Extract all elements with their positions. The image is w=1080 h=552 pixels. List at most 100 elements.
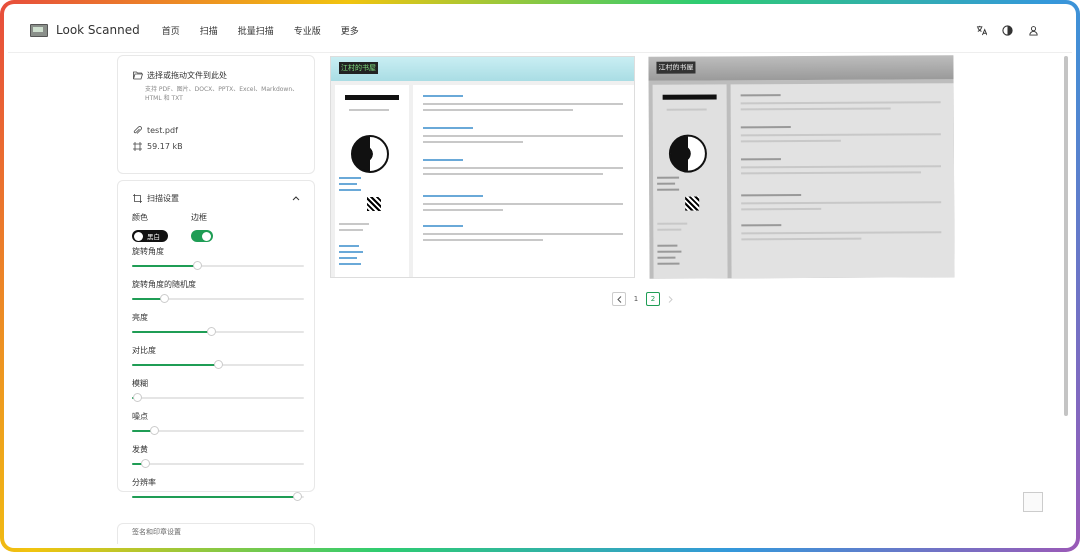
slider-track[interactable] <box>132 360 304 369</box>
preview-link-line <box>657 188 680 191</box>
logo[interactable]: Look Scanned <box>30 23 162 37</box>
preview-link-line <box>423 127 473 129</box>
preview-text-line <box>423 209 503 211</box>
preview-text-line <box>423 203 623 205</box>
upload-title: 选择或拖动文件到此处 <box>147 71 227 80</box>
nav-actions <box>964 8 1042 52</box>
nav-item-pro[interactable]: 专业版 <box>294 24 321 37</box>
upload-subtitle: 支持 PDF、图片、DOCX、PPTX、Excel、Markdown、HTML … <box>145 86 299 102</box>
slider-fill <box>132 265 198 267</box>
slider-thumb[interactable] <box>213 360 223 369</box>
signature-settings-card[interactable]: 签名和印章设置 <box>117 523 315 544</box>
slider-label: 发黄 <box>132 445 148 454</box>
preview-text-line <box>741 237 862 241</box>
slider-track[interactable] <box>132 426 304 435</box>
theme-contrast-icon[interactable] <box>998 21 1016 39</box>
preview-link-line <box>339 183 357 185</box>
app-window: Look Scanned 首页 扫描 批量扫描 专业版 更多 选择或拖动文件到此… <box>8 8 1072 544</box>
preview-text-line <box>740 165 942 169</box>
file-name: test.pdf <box>147 126 178 135</box>
slider-fill <box>132 364 218 366</box>
preview-text-line <box>741 171 922 175</box>
scan-settings-title: 扫描设置 <box>147 194 179 203</box>
nav-item-home[interactable]: 首页 <box>162 24 180 37</box>
nav-item-more[interactable]: 更多 <box>341 24 359 37</box>
preview-link-line <box>657 182 676 185</box>
broken-image-icon <box>1023 492 1043 512</box>
preview-link-line <box>657 176 680 179</box>
app-name: Look Scanned <box>56 23 140 37</box>
slider-label: 分辨率 <box>132 478 156 487</box>
scan-settings-header[interactable]: 扫描设置 <box>132 193 300 204</box>
slider-block: 旋转角度的随机度 <box>132 279 314 312</box>
preview-link-line <box>423 159 463 161</box>
slider-track[interactable] <box>132 261 304 270</box>
slider-label: 模糊 <box>132 379 148 388</box>
switch-knob <box>202 231 211 241</box>
next-page-button[interactable] <box>664 293 676 305</box>
translate-icon[interactable] <box>972 21 990 39</box>
preview-sidebar <box>335 85 409 277</box>
preview-text-line <box>423 109 573 111</box>
user-icon[interactable] <box>1024 21 1042 39</box>
preview-main <box>730 83 955 279</box>
pagination: 1 2 <box>612 292 680 306</box>
preview-link-line <box>657 262 680 265</box>
preview-text-line <box>423 135 623 137</box>
preview-link-line <box>740 158 781 161</box>
slider-thumb[interactable] <box>141 459 151 468</box>
color-label: 颜色 <box>132 213 148 222</box>
slider-track[interactable] <box>132 459 304 468</box>
slider-thumb[interactable] <box>206 327 216 336</box>
page-button-2[interactable]: 2 <box>646 292 660 306</box>
slider-block: 噪点 <box>132 411 314 444</box>
preview-link-line <box>741 224 782 227</box>
slider-track[interactable] <box>132 294 304 303</box>
slider-label: 旋转角度的随机度 <box>132 280 196 289</box>
preview-text-line <box>741 231 942 235</box>
prev-page-button[interactable] <box>612 292 626 306</box>
slider-track[interactable] <box>132 492 304 501</box>
slider-label: 亮度 <box>132 313 148 322</box>
yin-yang-image <box>668 134 708 173</box>
preview-link-line <box>339 263 361 265</box>
slider-thumb[interactable] <box>132 393 142 402</box>
slider-track[interactable] <box>132 327 304 336</box>
slider-block: 旋转角度 <box>132 246 314 279</box>
preview-link-line <box>423 225 463 227</box>
nav-item-scan[interactable]: 扫描 <box>200 24 218 37</box>
preview-scanned: 江村的书屋 <box>648 55 955 279</box>
color-mode-switch[interactable]: 黑白 <box>132 230 168 242</box>
preview-text-line <box>657 228 682 231</box>
slider-thumb[interactable] <box>149 426 159 435</box>
slider-block: 亮度 <box>132 312 314 345</box>
slider-fill <box>132 496 298 498</box>
preview-block <box>662 94 717 100</box>
border-label: 边框 <box>191 213 207 222</box>
slider-thumb[interactable] <box>192 261 202 270</box>
page-button-1[interactable]: 1 <box>630 293 642 305</box>
switch-knob <box>134 231 143 241</box>
dimensions-icon <box>132 141 143 152</box>
crop-frame-icon <box>132 193 143 204</box>
preview-text-line <box>339 229 363 231</box>
page-scrollbar[interactable] <box>1064 56 1068 416</box>
preview-link-line <box>423 195 483 197</box>
nav-item-batch-scan[interactable]: 批量扫描 <box>238 24 274 37</box>
preview-text-line <box>349 109 389 111</box>
preview-text-line <box>741 201 942 205</box>
upload-card[interactable]: 选择或拖动文件到此处 支持 PDF、图片、DOCX、PPTX、Excel、Mar… <box>117 55 315 174</box>
preview-header-bar: 江村的书屋 <box>648 55 954 81</box>
scanner-logo-icon <box>30 23 48 37</box>
slider-thumb[interactable] <box>292 492 302 501</box>
preview-link-line <box>741 194 802 197</box>
slider-fill <box>132 331 212 333</box>
file-size: 59.17 kB <box>147 142 183 151</box>
slider-thumb[interactable] <box>160 294 170 303</box>
slider-label: 对比度 <box>132 346 156 355</box>
slider-block: 发黄 <box>132 444 314 477</box>
border-switch[interactable] <box>191 230 213 242</box>
chevron-up-icon[interactable] <box>292 194 300 203</box>
slider-track[interactable] <box>132 393 304 402</box>
preview-main <box>413 85 634 277</box>
